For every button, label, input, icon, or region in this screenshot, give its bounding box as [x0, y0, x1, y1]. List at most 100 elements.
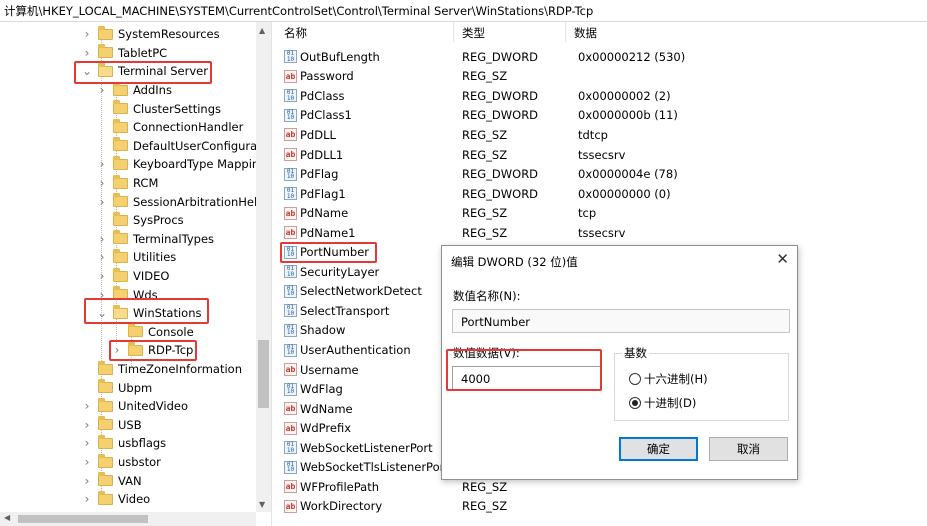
value-name-text: PdClass1 [300, 108, 352, 123]
tree-item-label: USB [118, 417, 142, 432]
tree-item[interactable]: › TabletPC [82, 44, 167, 63]
chevron-right-icon[interactable]: › [97, 289, 107, 301]
chevron-right-icon[interactable]: › [97, 158, 107, 170]
tree-item[interactable]: › KeyboardType Mappin [97, 155, 259, 174]
base-group-title: 基数 [622, 345, 649, 361]
tree-item[interactable]: › VAN [82, 471, 142, 490]
tree-item[interactable]: ClusterSettings [97, 99, 221, 118]
chevron-right-icon[interactable]: › [97, 196, 107, 208]
tree-item[interactable]: › SessionArbitrationHelpe [97, 192, 271, 211]
tree-item[interactable]: SysProcs [97, 211, 184, 230]
tree-horizontal-scrollbar[interactable]: ◀ [0, 512, 256, 526]
value-data-input[interactable]: 4000 [452, 366, 602, 390]
tree-item[interactable]: DefaultUserConfiguratio [97, 137, 271, 156]
chevron-right-icon[interactable]: › [97, 84, 107, 96]
value-row[interactable]: ab WorkDirectory REG_SZ [276, 497, 927, 517]
tree-item[interactable]: › usbstor [82, 453, 161, 472]
chevron-right-icon[interactable]: › [82, 47, 92, 59]
tree-vertical-scrollbar[interactable]: ▲ ▼ [256, 22, 271, 512]
value-row[interactable]: ab WFProfilePath REG_SZ [276, 477, 927, 497]
chevron-right-icon[interactable]: › [112, 344, 122, 356]
value-name-cell: 01 10 UserAuthentication [276, 343, 454, 357]
chevron-right-icon[interactable]: › [82, 437, 92, 449]
value-name-text: WdPrefix [300, 421, 352, 436]
column-data-header[interactable]: 数据 [566, 22, 927, 42]
chevron-right-icon[interactable]: › [82, 28, 92, 40]
chevron-right-icon[interactable]: › [97, 270, 107, 282]
tree-item[interactable]: › USB [82, 416, 142, 435]
radio-dec[interactable]: 十进制(D) [629, 395, 696, 411]
tree-item[interactable]: › VIDEO [97, 267, 169, 286]
tree-item[interactable]: › Wds [97, 285, 158, 304]
value-data-cell: 0x0000004e (78) [578, 167, 678, 182]
value-data-label: 数值数据(V): [453, 346, 520, 360]
tree-item[interactable]: › AddIns [97, 81, 172, 100]
chevron-right-icon[interactable]: › [97, 251, 107, 263]
tree-hscroll-thumb[interactable] [18, 515, 148, 523]
chevron-right-icon[interactable]: › [97, 177, 107, 189]
tree-item[interactable]: ⌄ WinStations [97, 304, 201, 323]
close-icon[interactable]: ✕ [776, 250, 789, 268]
radio-dec-indicator[interactable] [629, 397, 641, 409]
value-row[interactable]: 01 10 PdFlag1 REG_DWORD 0x00000000 (0) [276, 184, 927, 204]
value-row[interactable]: ab PdDLL1 REG_SZ tssecsrv [276, 145, 927, 165]
value-row[interactable]: 01 10 PdClass REG_DWORD 0x00000002 (2) [276, 86, 927, 106]
binary-value-icon: 01 10 [284, 167, 297, 181]
chevron-down-icon[interactable]: ⌄ [97, 307, 107, 319]
chevron-right-icon[interactable]: › [97, 233, 107, 245]
folder-icon [113, 230, 128, 245]
value-row[interactable]: 01 10 PdClass1 REG_DWORD 0x0000000b (11) [276, 106, 927, 126]
tree-item-label: TimeZoneInformation [118, 362, 242, 377]
chevron-right-icon[interactable]: › [82, 400, 92, 412]
value-name-text: PdClass [300, 88, 345, 103]
binary-value-icon: 01 10 [284, 284, 297, 298]
value-row[interactable]: ab Password REG_SZ [276, 67, 927, 87]
value-type-cell: REG_SZ [462, 69, 508, 84]
address-bar[interactable]: 计算机\HKEY_LOCAL_MACHINE\SYSTEM\CurrentCon… [0, 0, 927, 22]
column-name-header[interactable]: 名称 [276, 22, 454, 42]
binary-value-icon: 01 10 [284, 50, 297, 64]
ok-button[interactable]: 确定 [619, 437, 698, 461]
scroll-left-icon[interactable]: ◀ [4, 513, 10, 522]
tree-scroll-thumb[interactable] [258, 340, 269, 408]
chevron-right-icon[interactable]: › [82, 419, 92, 431]
tree-item[interactable]: › UnitedVideo [82, 397, 188, 416]
value-row[interactable]: ab PdName1 REG_SZ tssecsrv [276, 223, 927, 243]
radio-hex[interactable]: 十六进制(H) [629, 371, 708, 387]
tree-item[interactable]: › SystemResources [82, 25, 220, 44]
value-row[interactable]: ab PdDLL REG_SZ tdtcp [276, 125, 927, 145]
tree-item[interactable]: TimeZoneInformation [82, 360, 242, 379]
scroll-up-icon[interactable]: ▲ [259, 26, 265, 35]
scroll-down-icon[interactable]: ▼ [259, 500, 265, 509]
tree-item[interactable]: ConnectionHandler [97, 118, 243, 137]
cancel-button[interactable]: 取消 [709, 437, 788, 461]
tree-item[interactable]: › Video [82, 490, 150, 509]
value-row[interactable]: 01 10 OutBufLength REG_DWORD 0x00000212 (530… [276, 47, 927, 67]
chevron-right-icon[interactable]: › [82, 493, 92, 505]
tree-item[interactable]: › RCM [97, 174, 158, 193]
value-name-cell: 01 10 SelectNetworkDetect [276, 284, 454, 298]
tree-item[interactable]: › RDP-Tcp [112, 341, 193, 360]
radio-hex-indicator[interactable] [629, 373, 641, 385]
value-row[interactable]: ab PdName REG_SZ tcp [276, 203, 927, 223]
value-type-cell: REG_DWORD [462, 49, 539, 64]
value-name-cell: 01 10 SecurityLayer [276, 265, 454, 279]
value-row[interactable]: 01 10 PdFlag REG_DWORD 0x0000004e (78) [276, 164, 927, 184]
value-name-text: WdName [300, 401, 353, 416]
tree-item[interactable]: Console [112, 323, 194, 342]
value-name-field[interactable]: PortNumber [452, 309, 790, 333]
chevron-right-icon[interactable]: › [82, 475, 92, 487]
chevron-down-icon[interactable]: ⌄ [82, 65, 92, 77]
value-data-cell: tssecsrv [578, 147, 626, 162]
value-name-cell: 01 10 Shadow [276, 323, 454, 337]
tree-item[interactable]: › usbflags [82, 434, 166, 453]
chevron-right-icon[interactable]: › [82, 456, 92, 468]
tree-item[interactable]: › TerminalTypes [97, 230, 214, 249]
tree-item[interactable]: ⌄ Terminal Server [82, 62, 208, 81]
tree-item-label: RDP-Tcp [148, 343, 194, 358]
column-type-header[interactable]: 类型 [454, 22, 566, 42]
tree-item[interactable]: › Utilities [97, 248, 176, 267]
value-type-cell: REG_SZ [462, 147, 508, 162]
tree-item[interactable]: Ubpm [82, 378, 152, 397]
string-value-icon: ab [284, 421, 297, 435]
